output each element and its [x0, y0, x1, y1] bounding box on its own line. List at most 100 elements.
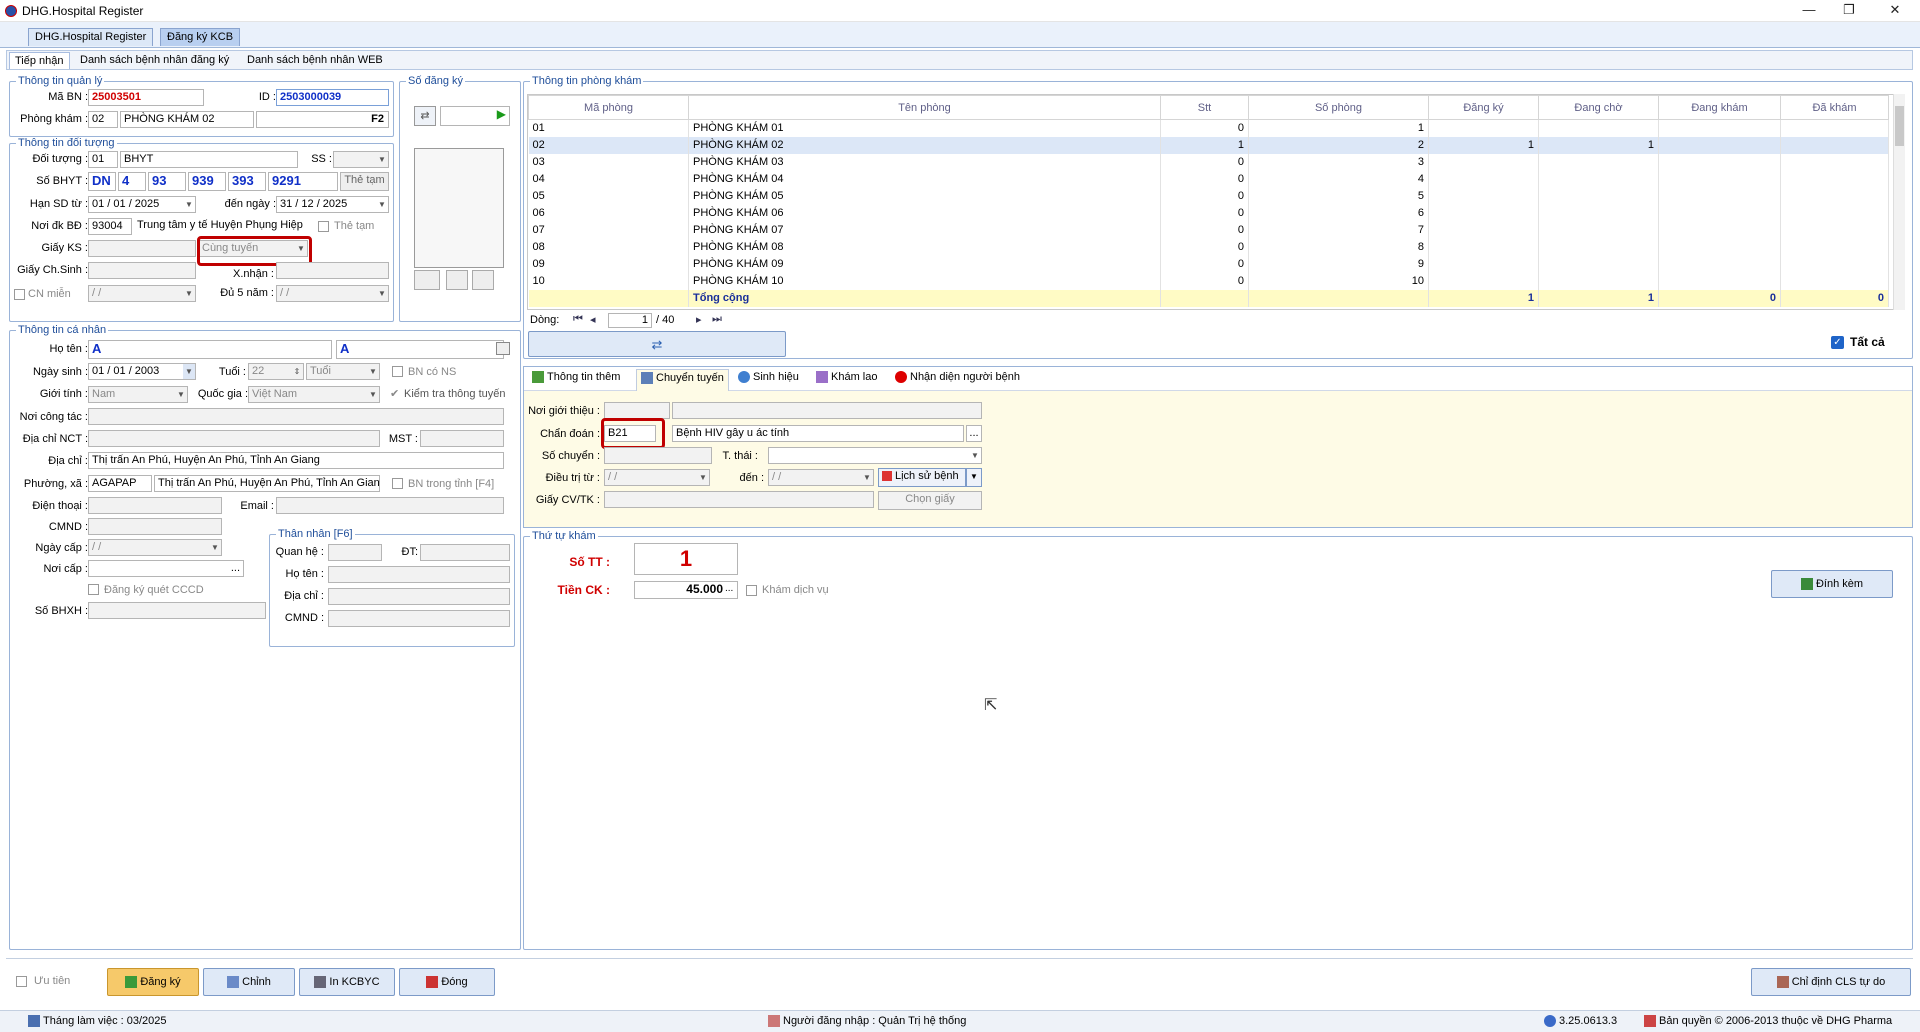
- phong-kham-code-field[interactable]: 02: [88, 111, 118, 128]
- tab-danh-sach-web[interactable]: Danh sách bệnh nhân WEB: [242, 52, 388, 69]
- ngay-sinh-field[interactable]: 01 / 01 / 2003 ▼: [88, 363, 196, 380]
- prev-page-icon[interactable]: ◂: [590, 313, 596, 326]
- bhyt-part-1[interactable]: DN: [88, 172, 116, 191]
- table-row[interactable]: 08 PHÒNG KHÁM 08 0 8: [528, 238, 1889, 256]
- mst-field[interactable]: [420, 430, 504, 447]
- column-header[interactable]: Đang chờ: [1538, 95, 1659, 120]
- cn-mien-date[interactable]: / / ▼: [88, 285, 196, 302]
- dinh-kem-button[interactable]: Đính kèm: [1771, 570, 1893, 598]
- noi-gioi-thieu-code-field[interactable]: [604, 402, 670, 419]
- chan-doan-name-field[interactable]: Bệnh HIV gây u ác tính: [672, 425, 964, 442]
- so-chuyen-field[interactable]: [604, 447, 712, 464]
- kham-dich-vu-checkbox[interactable]: [746, 585, 757, 596]
- tab-nhan-dien[interactable]: Nhận diện người bệnh: [895, 371, 1020, 384]
- column-header[interactable]: Stt: [1160, 95, 1249, 120]
- bhyt-part-4[interactable]: 939: [188, 172, 226, 191]
- quoc-gia-select[interactable]: Việt Nam ▼: [248, 386, 380, 403]
- bn-co-ns-checkbox[interactable]: [392, 366, 403, 377]
- chinh-button[interactable]: Chỉnh: [203, 968, 295, 996]
- table-row[interactable]: 05 PHÒNG KHÁM 05 0 5: [528, 187, 1889, 205]
- noi-gioi-thieu-name-field[interactable]: [672, 402, 982, 419]
- tab-thong-tin-them[interactable]: Thông tin thêm: [532, 371, 620, 384]
- table-row[interactable]: 01 PHÒNG KHÁM 01 0 1: [528, 119, 1889, 137]
- scroll-thumb[interactable]: [1895, 106, 1904, 146]
- column-header[interactable]: Đã khám: [1780, 95, 1889, 120]
- tab-kham-lao[interactable]: Khám lao: [816, 371, 877, 384]
- id-field[interactable]: 2503000039: [276, 89, 389, 106]
- giay-cv-field[interactable]: [604, 491, 874, 508]
- phong-kham-name-field[interactable]: PHÒNG KHÁM 02: [120, 111, 254, 128]
- du-5-nam-date[interactable]: / / ▼: [276, 285, 389, 302]
- lich-su-benh-button[interactable]: Lịch sử bệnh: [878, 468, 966, 487]
- bhyt-part-5[interactable]: 393: [228, 172, 266, 191]
- ho-ten-field[interactable]: A: [88, 340, 332, 359]
- uu-tien-checkbox[interactable]: [16, 976, 27, 987]
- bhyt-part-6[interactable]: 9291: [268, 172, 338, 191]
- table-row[interactable]: 06 PHÒNG KHÁM 06 0 6: [528, 204, 1889, 222]
- bhyt-part-3[interactable]: 93: [148, 172, 186, 191]
- column-header[interactable]: Số phòng: [1248, 95, 1429, 120]
- dia-chi-field[interactable]: Thị trấn An Phú, Huyện An Phú, Tỉnh An G…: [88, 452, 504, 469]
- the-tam-checkbox[interactable]: [318, 221, 329, 232]
- column-header[interactable]: Đang khám: [1658, 95, 1781, 120]
- email-field[interactable]: [276, 497, 504, 514]
- tab-chuyen-tuyen[interactable]: Chuyển tuyến: [636, 369, 729, 391]
- than-nhan-cmnd-field[interactable]: [328, 610, 510, 627]
- delete-photo-icon[interactable]: [472, 270, 494, 290]
- chevron-down-icon[interactable]: ▼: [183, 197, 195, 212]
- table-scrollbar[interactable]: [1893, 94, 1905, 310]
- noi-cap-field[interactable]: ...: [88, 560, 244, 577]
- tien-ck-more-icon[interactable]: ...: [725, 583, 733, 594]
- column-header[interactable]: Tên phòng: [688, 95, 1161, 120]
- maximize-button[interactable]: ❐: [1826, 0, 1872, 22]
- close-button[interactable]: ✕: [1872, 0, 1918, 22]
- dieu-tri-den-date[interactable]: / / ▼: [768, 469, 874, 486]
- t-thai-select[interactable]: ▼: [768, 447, 982, 464]
- table-total-row[interactable]: Tổng cộng 1 1 0 0: [528, 289, 1889, 307]
- tab-sinh-hieu[interactable]: Sinh hiệu: [738, 371, 799, 384]
- more-icon[interactable]: ...: [231, 561, 240, 576]
- column-header[interactable]: Mã phòng: [528, 95, 689, 120]
- cmnd-field[interactable]: [88, 518, 222, 535]
- tab-dang-ky-kcb[interactable]: Đăng ký KCB: [160, 28, 241, 46]
- dieu-tri-tu-date[interactable]: / / ▼: [604, 469, 710, 486]
- table-row[interactable]: 04 PHÒNG KHÁM 04 0 4: [528, 170, 1889, 188]
- the-tam-button[interactable]: Thẻ tạm: [340, 172, 389, 191]
- bn-trong-tinh-checkbox[interactable]: [392, 478, 403, 489]
- chevron-down-icon[interactable]: ▼: [183, 364, 195, 379]
- next-page-icon[interactable]: ▸: [696, 313, 702, 326]
- ma-bn-field[interactable]: 25003501: [88, 89, 204, 106]
- so-bhxh-field[interactable]: [88, 602, 266, 619]
- tien-ck-field[interactable]: 45.000: [634, 581, 738, 599]
- quan-he-field[interactable]: [328, 544, 382, 561]
- chi-dinh-cls-button[interactable]: Chỉ định CLS tự do: [1751, 968, 1911, 996]
- refresh-icon[interactable]: ⇄: [414, 106, 436, 126]
- chan-doan-more-button[interactable]: ...: [966, 425, 982, 442]
- in-kcbyc-button[interactable]: In KCBYC: [299, 968, 395, 996]
- tab-hospital-register[interactable]: DHG.Hospital Register: [28, 28, 154, 46]
- cn-mien-checkbox[interactable]: [14, 289, 25, 300]
- noi-cong-tac-field[interactable]: [88, 408, 504, 425]
- page-input[interactable]: 1: [608, 313, 652, 328]
- table-row[interactable]: 10 PHÒNG KHÁM 10 0 10: [528, 272, 1889, 290]
- camera-icon[interactable]: [414, 270, 440, 290]
- table-row[interactable]: 09 PHÒNG KHÁM 09 0 9: [528, 255, 1889, 273]
- tat-ca-checkbox[interactable]: ✓: [1831, 336, 1844, 349]
- keyboard-icon[interactable]: [496, 342, 510, 355]
- noi-dk-name-field[interactable]: Trung tâm y tế Huyện Phụng Hiệp: [134, 218, 312, 235]
- han-tu-field[interactable]: 01 / 01 / 2025 ▼: [88, 196, 196, 213]
- dien-thoai-field[interactable]: [88, 497, 222, 514]
- ngay-cap-date[interactable]: / / ▼: [88, 539, 222, 556]
- last-page-icon[interactable]: ⏭: [712, 313, 722, 326]
- tuoi-field[interactable]: 22 ⇕: [248, 363, 304, 380]
- dang-ky-button[interactable]: Đăng ký: [107, 968, 199, 996]
- stepper-icon[interactable]: ⇕: [291, 364, 303, 379]
- gioi-tinh-select[interactable]: Nam ▼: [88, 386, 188, 403]
- save-photo-icon[interactable]: [446, 270, 468, 290]
- table-row[interactable]: 02 PHÒNG KHÁM 02 1 2 1 1: [528, 136, 1889, 154]
- giay-ks-field[interactable]: [88, 240, 196, 257]
- giay-chsinh-field[interactable]: [88, 262, 196, 279]
- ho-ten-2-field[interactable]: A: [336, 340, 504, 359]
- xnhan-field[interactable]: [276, 262, 389, 279]
- than-nhan-ho-ten-field[interactable]: [328, 566, 510, 583]
